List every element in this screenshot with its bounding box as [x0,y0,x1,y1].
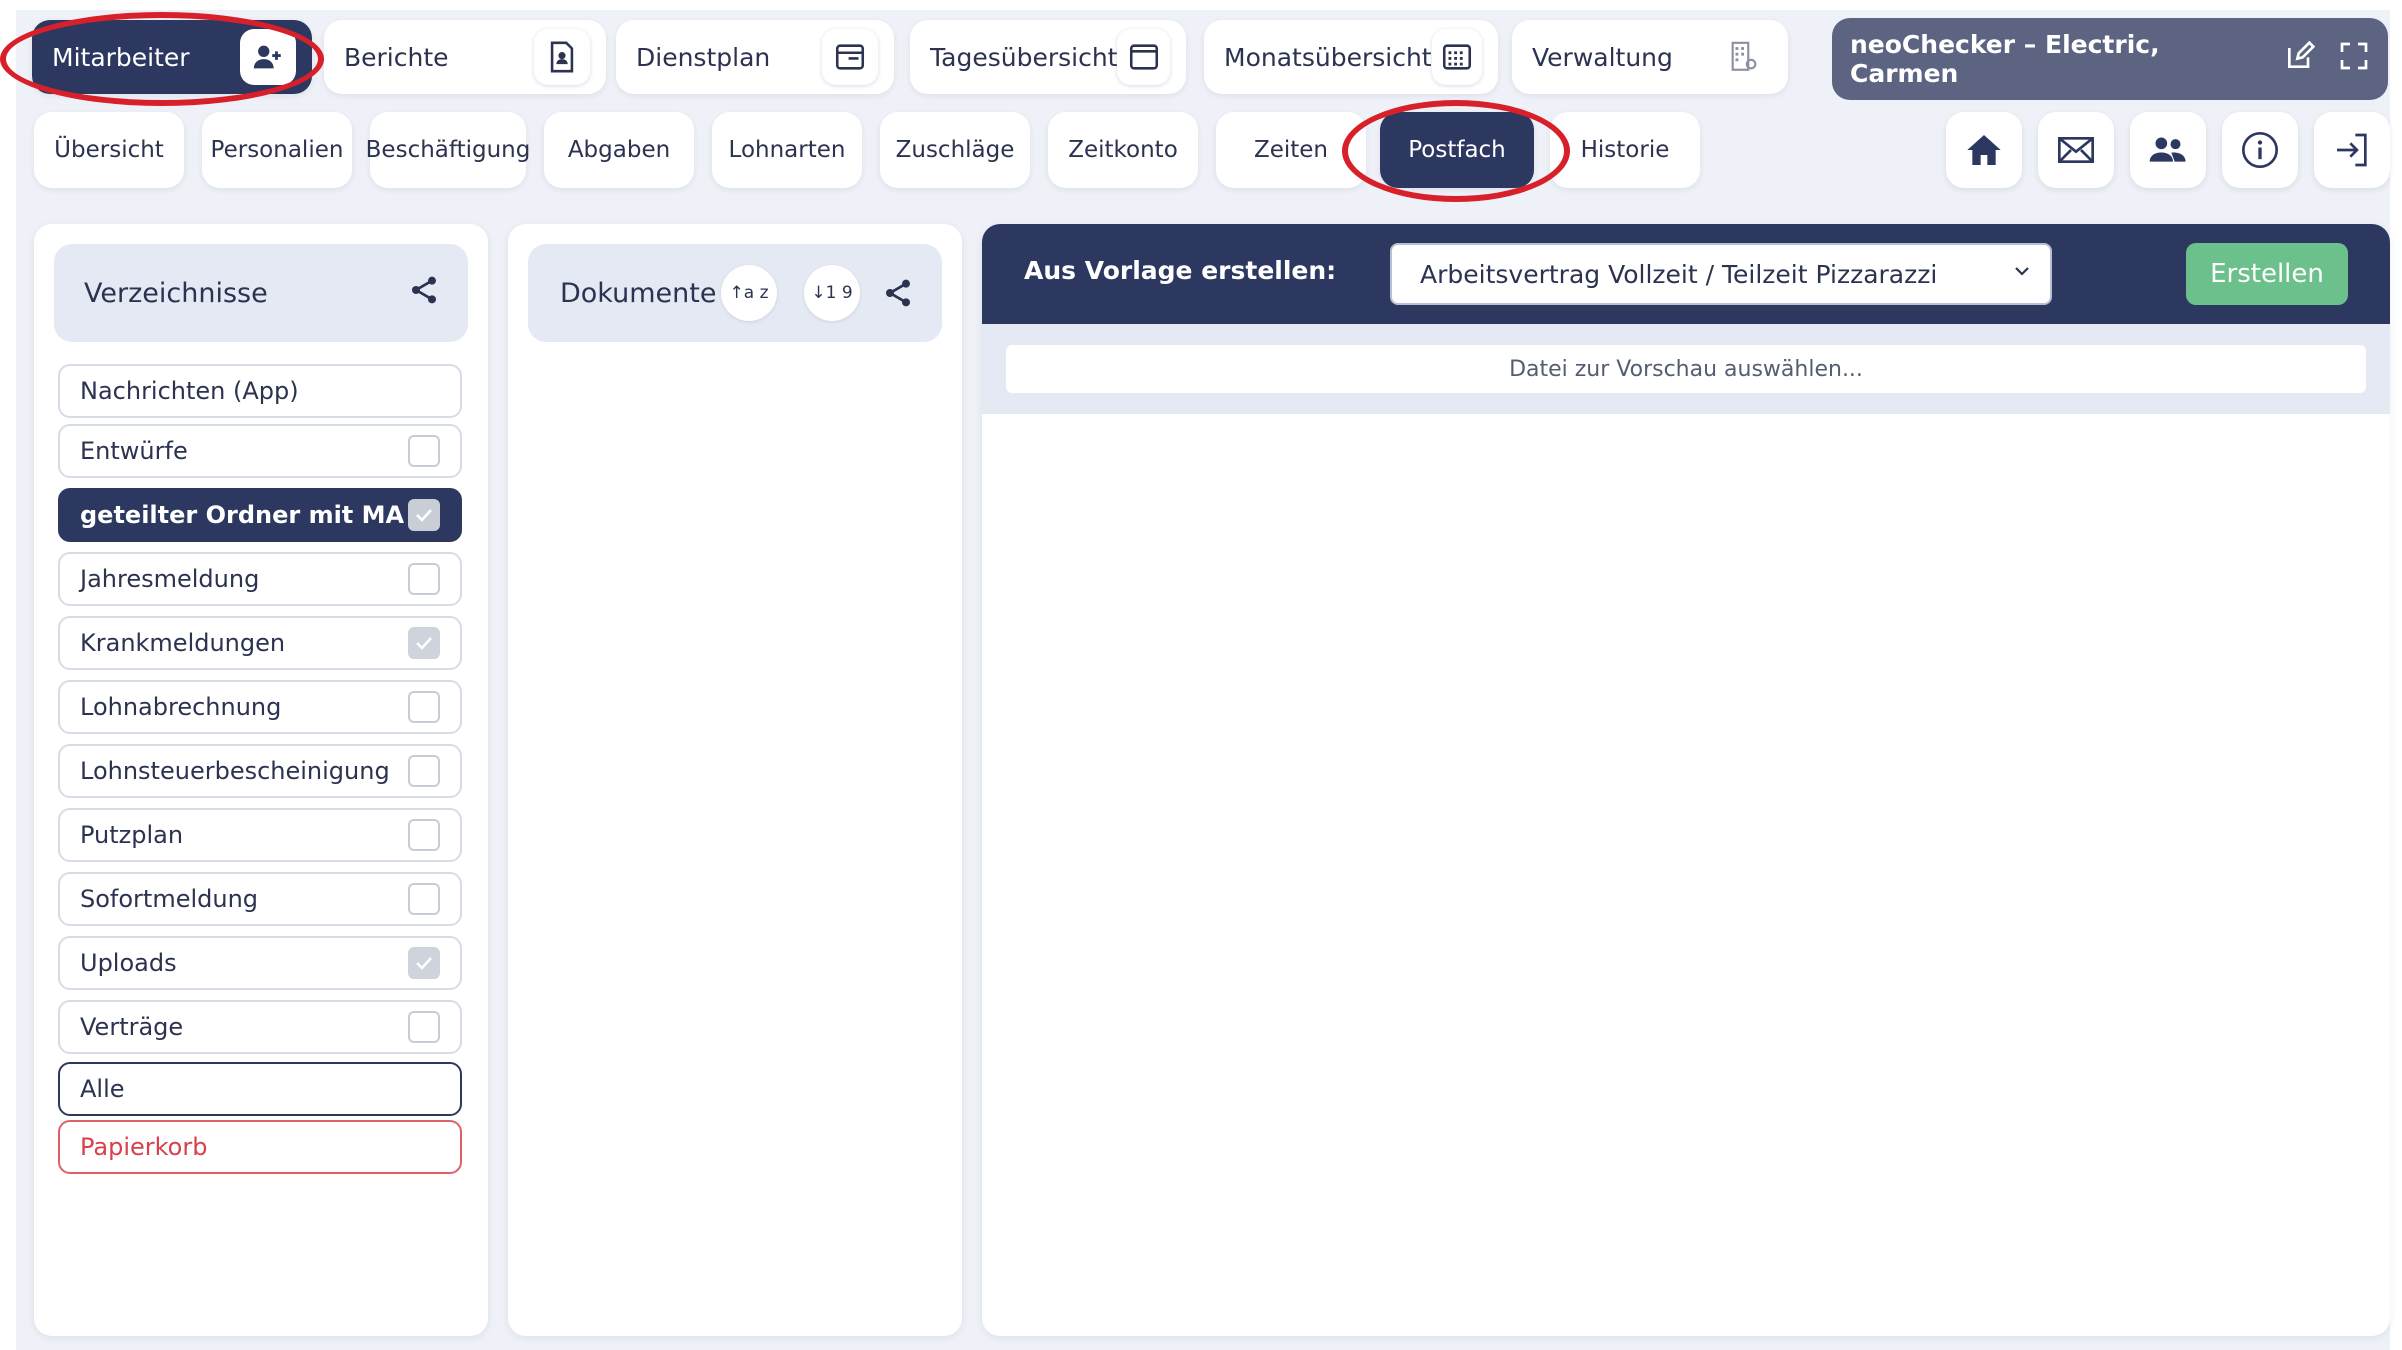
module-tab-label: Monatsübersicht [1224,42,1432,72]
directory-item-geteilter-ordner[interactable]: geteilter Ordner mit MA [58,488,462,542]
home-icon[interactable] [1946,112,2022,188]
month-calendar-icon [1431,29,1482,85]
check-icon [416,637,432,650]
user-name: neoChecker – Electric, Carmen [1850,30,2160,88]
directory-label: Lohnsteuerbescheinigung [80,757,390,785]
module-tab-label: Tagesübersicht [930,42,1118,72]
subtab-lohnarten[interactable]: Lohnarten [712,112,862,188]
module-tab-label: Berichte [344,42,449,72]
directory-checkbox[interactable] [408,883,440,915]
subtab-zuschlaege[interactable]: Zuschläge [880,112,1030,188]
directory-label: geteilter Ordner mit MA [80,501,405,529]
directories-header: Verzeichnisse [54,244,468,342]
directory-item-uploads[interactable]: Uploads [58,936,462,990]
directory-item-vertraege[interactable]: Verträge [58,1000,462,1054]
directory-item-entwuerfe[interactable]: Entwürfe [58,424,462,478]
template-select-value: Arbeitsvertrag Vollzeit / Teilzeit Pizza… [1420,259,1938,289]
module-tab-tagesuebersicht[interactable]: Tagesübersicht [910,20,1186,94]
mail-icon[interactable] [2038,112,2114,188]
schedule-icon [822,29,878,85]
edit-icon[interactable] [2262,40,2316,78]
info-icon[interactable] [2222,112,2298,188]
building-gear-icon [1716,29,1772,85]
module-tab-verwaltung[interactable]: Verwaltung [1512,20,1788,94]
directory-checkbox[interactable] [408,1011,440,1043]
template-label: Aus Vorlage erstellen: [1024,256,1337,285]
directory-label: Verträge [80,1013,184,1041]
directory-checkbox[interactable] [408,819,440,851]
chevron-down-icon [2010,259,2034,289]
subtab-zeitkonto[interactable]: Zeitkonto [1048,112,1198,188]
directory-item-lohnsteuerbescheinigung[interactable]: Lohnsteuerbescheinigung [58,744,462,798]
module-tab-berichte[interactable]: Berichte [324,20,606,94]
directory-label: Nachrichten (App) [80,377,299,405]
module-tab-label: Dienstplan [636,42,771,72]
sort-alpha-button[interactable]: ↑a z [721,265,777,321]
module-tab-label: Mitarbeiter [52,42,190,72]
logout-icon[interactable] [2314,112,2390,188]
documents-title: Dokumente [560,277,717,309]
sort-numeric-button[interactable]: ↓1 9 [804,265,860,321]
share-icon[interactable] [408,274,440,313]
subtab-postfach[interactable]: Postfach [1380,112,1534,188]
subtab-beschaeftigung[interactable]: Beschäftigung [366,112,530,188]
directory-checkbox[interactable] [408,627,440,659]
directory-label: Krankmeldungen [80,629,286,657]
check-icon [416,509,432,522]
directory-checkbox[interactable] [408,563,440,595]
module-tab-mitarbeiter[interactable]: Mitarbeiter [32,20,312,94]
fullscreen-icon[interactable] [2316,40,2370,78]
day-view-icon [1117,29,1170,85]
directory-checkbox[interactable] [408,499,440,531]
directory-label: Uploads [80,949,177,977]
subtab-zeiten[interactable]: Zeiten [1216,112,1366,188]
directory-item-jahresmeldung[interactable]: Jahresmeldung [58,552,462,606]
subtab-historie[interactable]: Historie [1550,112,1700,188]
sort-alpha-icon: ↑a z [729,283,769,303]
users-icon[interactable] [2130,112,2206,188]
create-button[interactable]: Erstellen [2186,243,2348,305]
share-icon[interactable] [882,277,914,313]
template-select[interactable]: Arbeitsvertrag Vollzeit / Teilzeit Pizza… [1390,243,2052,305]
directory-label: Lohnabrechnung [80,693,282,721]
directory-label: Papierkorb [80,1133,208,1161]
directory-item-papierkorb[interactable]: Papierkorb [58,1120,462,1174]
preview-hint: Datei zur Vorschau auswählen... [1006,345,2366,393]
subtab-personalien[interactable]: Personalien [202,112,352,188]
directory-item-nachrichten-app[interactable]: Nachrichten (App) [58,364,462,418]
check-icon [416,957,432,970]
module-tab-label: Verwaltung [1532,42,1673,72]
directory-checkbox[interactable] [408,947,440,979]
directory-item-sofortmeldung[interactable]: Sofortmeldung [58,872,462,926]
subtab-uebersicht[interactable]: Übersicht [34,112,184,188]
directory-item-lohnabrechnung[interactable]: Lohnabrechnung [58,680,462,734]
module-tab-monatsuebersicht[interactable]: Monatsübersicht [1204,20,1498,94]
directory-label: Entwürfe [80,437,188,465]
directory-label: Putzplan [80,821,184,849]
module-tab-dienstplan[interactable]: Dienstplan [616,20,894,94]
directory-checkbox[interactable] [408,691,440,723]
directory-item-putzplan[interactable]: Putzplan [58,808,462,862]
directories-title: Verzeichnisse [84,277,268,309]
directory-label: Sofortmeldung [80,885,259,913]
documents-panel [508,224,962,1336]
directory-checkbox[interactable] [408,435,440,467]
directory-checkbox[interactable] [408,755,440,787]
subtab-abgaben[interactable]: Abgaben [544,112,694,188]
report-icon [534,29,590,85]
directory-item-krankmeldungen[interactable]: Krankmeldungen [58,616,462,670]
user-plus-icon [240,29,296,85]
user-header: neoChecker – Electric, Carmen [1832,18,2388,100]
directory-item-alle[interactable]: Alle [58,1062,462,1116]
directory-label: Alle [80,1075,125,1103]
directory-label: Jahresmeldung [80,565,260,593]
sort-numeric-icon: ↓1 9 [811,283,853,303]
